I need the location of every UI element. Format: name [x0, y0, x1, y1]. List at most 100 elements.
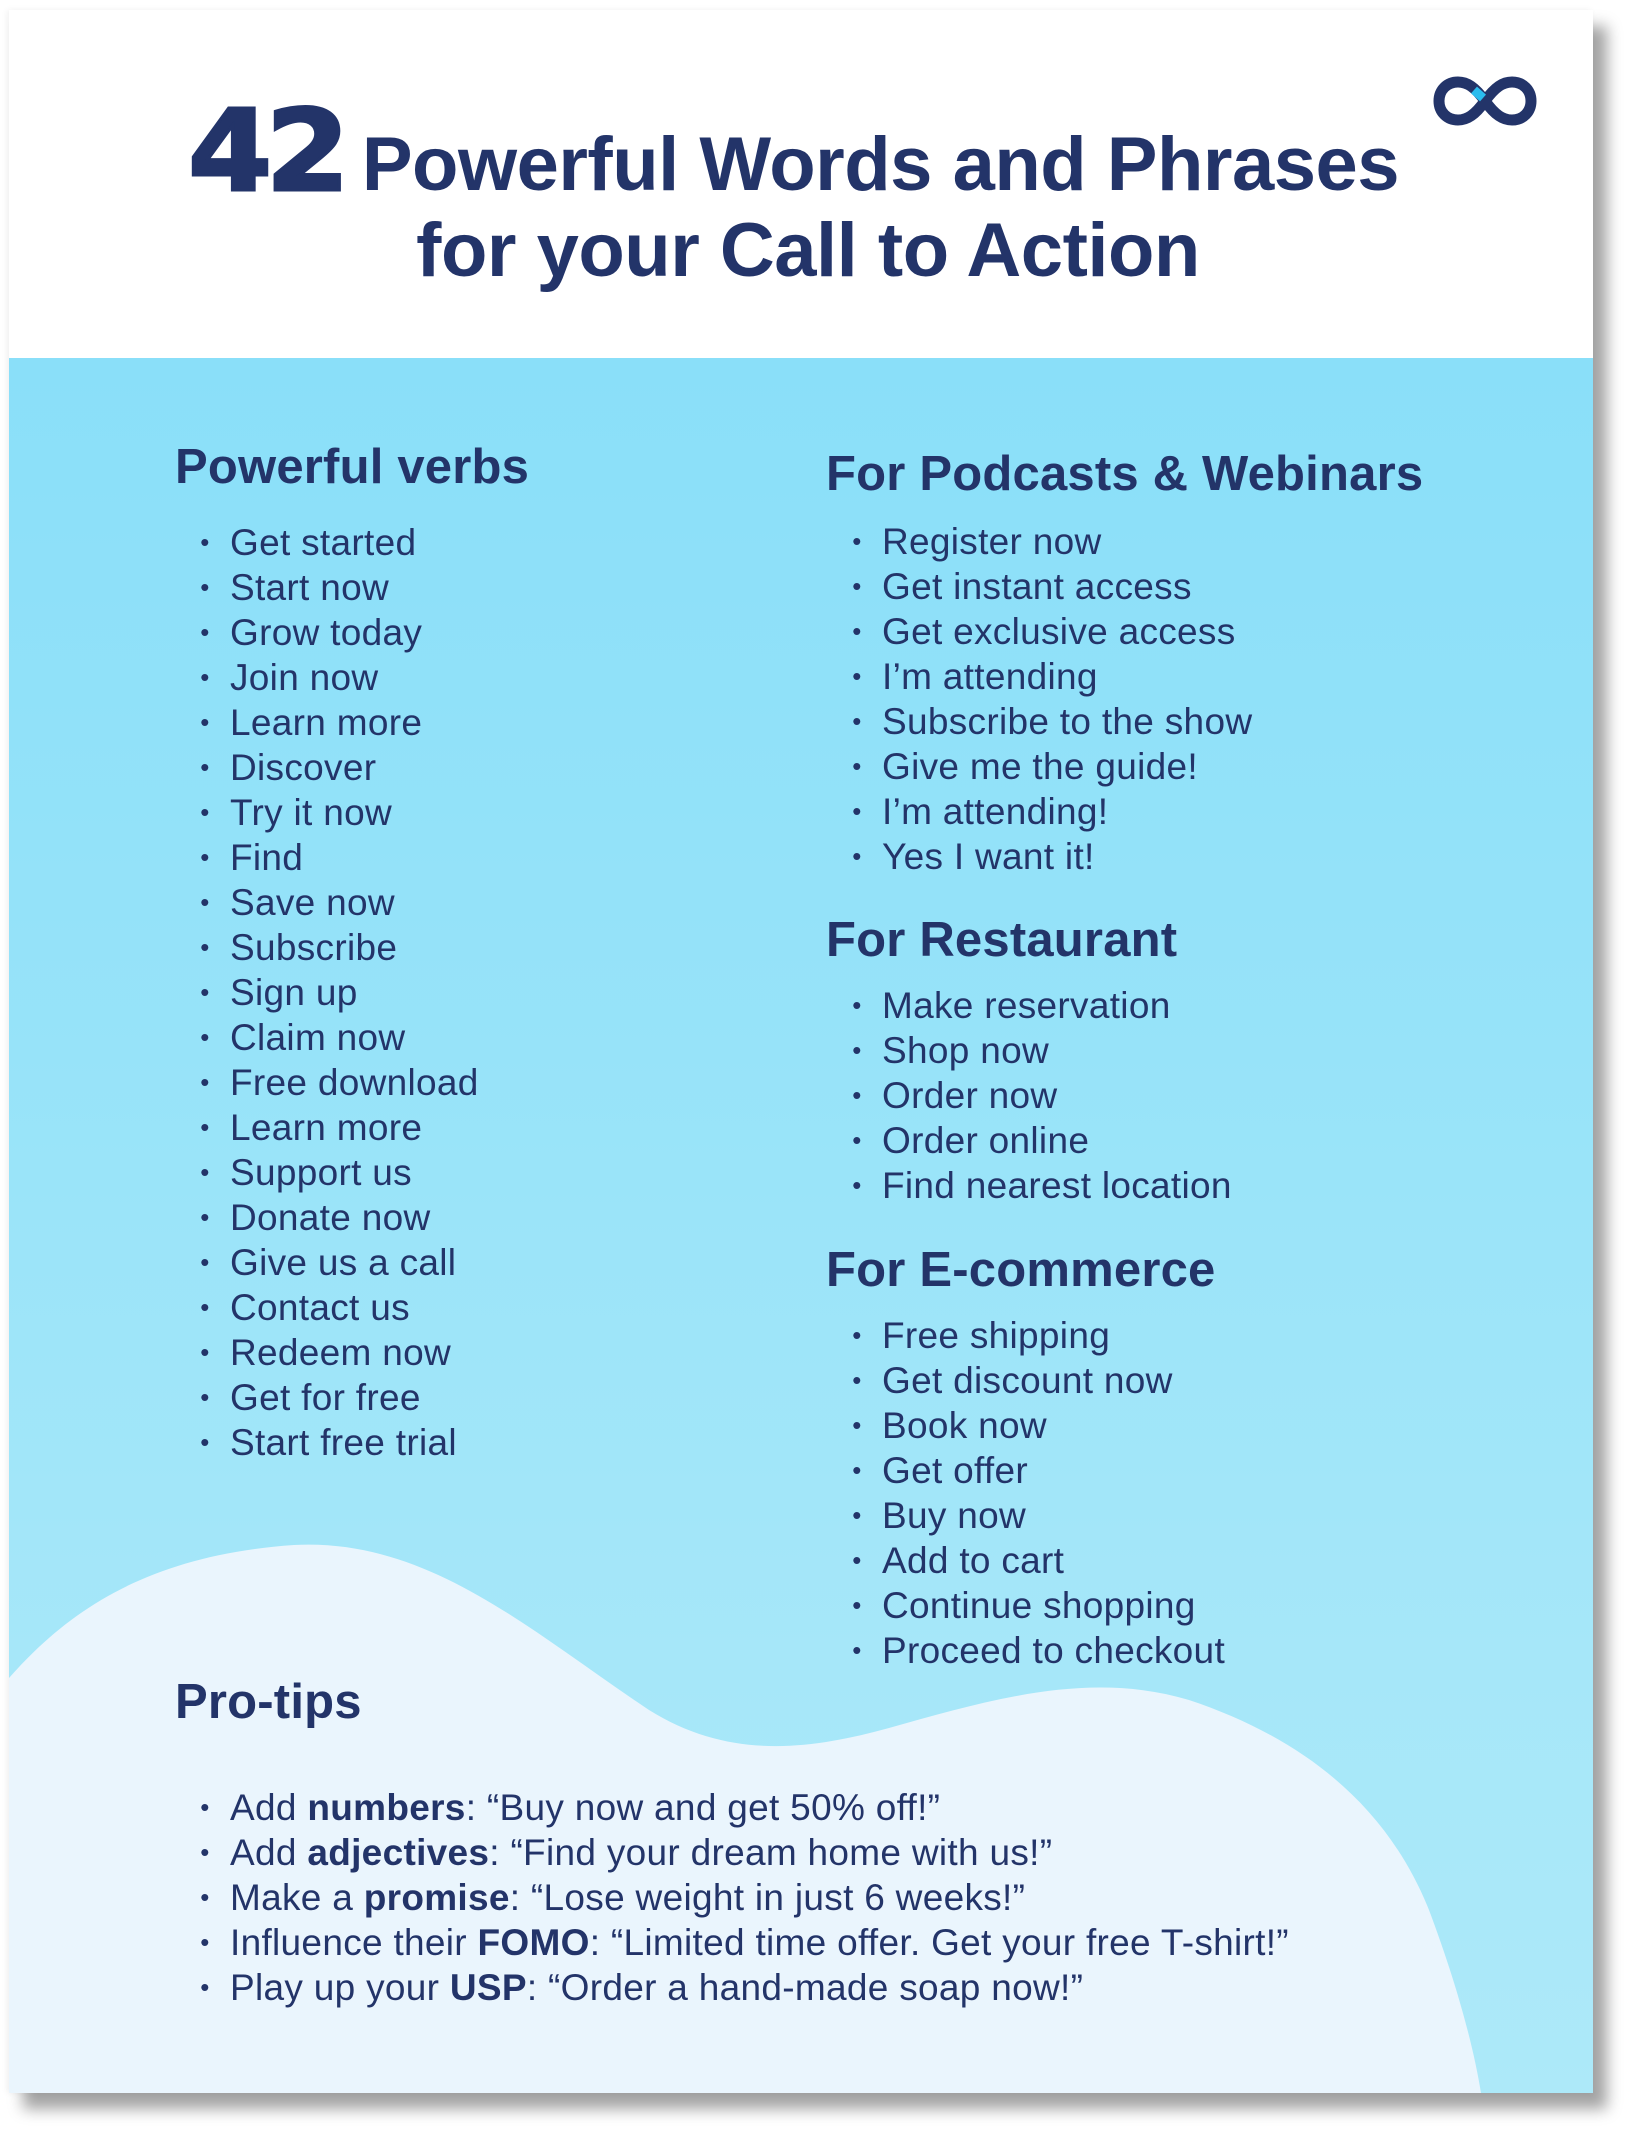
- list-item: • Redeem now: [198, 1330, 479, 1375]
- list-pro-tips: • Add numbers: “Buy now and get 50% off!”…: [198, 1785, 1289, 2010]
- list-item: • Find: [198, 835, 479, 880]
- list-item-text: Grow today: [230, 612, 423, 653]
- list-item-text: Discover: [230, 747, 377, 788]
- list-item-text: Yes I want it!: [882, 836, 1095, 877]
- list-item-text: Subscribe to the show: [882, 701, 1253, 742]
- list-item: • Grow today: [198, 610, 479, 655]
- list-item-text: Save now: [230, 882, 395, 923]
- pro-tip-item: • Make a promise: “Lose weight in just 6 …: [198, 1875, 1289, 1920]
- bullet-icon: •: [200, 1837, 210, 1867]
- list-item-text: Add to cart: [882, 1540, 1065, 1581]
- list-item-text: Find nearest location: [882, 1165, 1232, 1206]
- bullet-icon: •: [200, 707, 210, 737]
- list-item: • Join now: [198, 655, 479, 700]
- list-item: • Register now: [850, 519, 1252, 564]
- list-item-text: Order online: [882, 1120, 1090, 1161]
- bullet-icon: •: [200, 1202, 210, 1232]
- bullet-icon: •: [200, 1337, 210, 1367]
- list-item: • Learn more: [198, 1105, 479, 1150]
- bullet-icon: •: [200, 1427, 210, 1457]
- bullet-icon: •: [852, 1545, 862, 1575]
- list-item-text: Support us: [230, 1152, 412, 1193]
- list-item-text: Give us a call: [230, 1242, 457, 1283]
- bullet-icon: •: [200, 1112, 210, 1142]
- bullet-icon: •: [852, 1590, 862, 1620]
- list-item: • Get offer: [850, 1448, 1225, 1493]
- list-item-text: Continue shopping: [882, 1585, 1196, 1626]
- heading-ecommerce: For E-commerce: [826, 1243, 1216, 1297]
- list-item-text: Proceed to checkout: [882, 1630, 1226, 1671]
- bullet-icon: •: [200, 1382, 210, 1412]
- bullet-icon: •: [852, 1170, 862, 1200]
- bullet-icon: •: [200, 1927, 210, 1957]
- list-item: • Donate now: [198, 1195, 479, 1240]
- list-item: • I’m attending: [850, 654, 1252, 699]
- heading-powerful-verbs: Powerful verbs: [175, 440, 530, 494]
- pro-tip-prefix: Add: [230, 1832, 308, 1873]
- list-item-text: Get for free: [230, 1377, 421, 1418]
- pro-tip-example: : “Order a hand-made soap now!”: [526, 1967, 1084, 2008]
- pro-tip-example: : “Limited time offer. Get your free T-s…: [589, 1922, 1289, 1963]
- bullet-icon: •: [852, 706, 862, 736]
- pro-tip-item: • Influence their FOMO: “Limited time off…: [198, 1920, 1289, 1965]
- bullet-icon: •: [852, 616, 862, 646]
- bullet-icon: •: [200, 1292, 210, 1322]
- pro-tip-prefix: Play up your: [230, 1967, 450, 2008]
- bullet-icon: •: [200, 1972, 210, 2002]
- bullet-icon: •: [852, 1635, 862, 1665]
- list-item: • Start now: [198, 565, 479, 610]
- list-item-text: Learn more: [230, 702, 423, 743]
- list-ecommerce: • Free shipping • Get discount now • Book now…: [850, 1313, 1225, 1673]
- bullet-icon: •: [852, 661, 862, 691]
- bullet-icon: •: [200, 1067, 210, 1097]
- list-item: • I’m attending!: [850, 789, 1252, 834]
- list-item: • Make reservation: [850, 983, 1232, 1028]
- list-item-text: Contact us: [230, 1287, 410, 1328]
- list-item-text: Sign up: [230, 972, 358, 1013]
- list-item: • Book now: [850, 1403, 1225, 1448]
- bullet-icon: •: [200, 932, 210, 962]
- list-item-text: Free shipping: [882, 1315, 1111, 1356]
- list-item-text: Try it now: [230, 792, 392, 833]
- list-item: • Learn more: [198, 700, 479, 745]
- list-item: • Sign up: [198, 970, 479, 1015]
- title-text-line-1: Powerful Words and Phrases: [361, 122, 1400, 207]
- bullet-icon: •: [200, 617, 210, 647]
- list-item: • Give me the guide!: [850, 744, 1252, 789]
- list-item-text: Get offer: [882, 1450, 1028, 1491]
- infographic-card: 42 Powerful Words and Phrases for your C…: [9, 10, 1593, 2093]
- list-item: • Continue shopping: [850, 1583, 1225, 1628]
- bullet-icon: •: [200, 752, 210, 782]
- bullet-icon: •: [200, 527, 210, 557]
- pro-tip-item: • Add adjectives: “Find your dream home w…: [198, 1830, 1289, 1875]
- list-item-text: Shop now: [882, 1030, 1049, 1071]
- pro-tip-keyword: adjectives: [307, 1832, 490, 1873]
- list-item-text: Buy now: [882, 1495, 1027, 1536]
- list-item: • Claim now: [198, 1015, 479, 1060]
- list-podcasts-webinars: • Register now • Get instant access • Get exc…: [850, 519, 1252, 879]
- list-item: • Start free trial: [198, 1420, 479, 1465]
- pro-tip-item: • Add numbers: “Buy now and get 50% off!”: [198, 1785, 1289, 1830]
- list-item-text: Redeem now: [230, 1332, 452, 1373]
- bullet-icon: •: [200, 572, 210, 602]
- pro-tip-prefix: Make a: [230, 1877, 364, 1918]
- bullet-icon: •: [852, 1410, 862, 1440]
- bullet-icon: •: [200, 662, 210, 692]
- bullet-icon: •: [852, 1320, 862, 1350]
- bullet-icon: •: [200, 1022, 210, 1052]
- list-item-text: Free download: [230, 1062, 479, 1103]
- list-item: • Subscribe to the show: [850, 699, 1252, 744]
- pro-tip-keyword: numbers: [307, 1787, 466, 1828]
- list-item: • Yes I want it!: [850, 834, 1252, 879]
- bullet-icon: •: [852, 751, 862, 781]
- list-item: • Save now: [198, 880, 479, 925]
- list-item: • Buy now: [850, 1493, 1225, 1538]
- bullet-icon: •: [852, 1365, 862, 1395]
- bullet-icon: •: [200, 1882, 210, 1912]
- infinity-icon: [1433, 76, 1537, 126]
- bullet-icon: •: [852, 1500, 862, 1530]
- list-item: • Free shipping: [850, 1313, 1225, 1358]
- list-item-text: Donate now: [230, 1197, 431, 1238]
- list-restaurant: • Make reservation • Shop now • Order now • Ord…: [850, 983, 1232, 1208]
- pro-tip-example: : “Find your dream home with us!”: [489, 1832, 1053, 1873]
